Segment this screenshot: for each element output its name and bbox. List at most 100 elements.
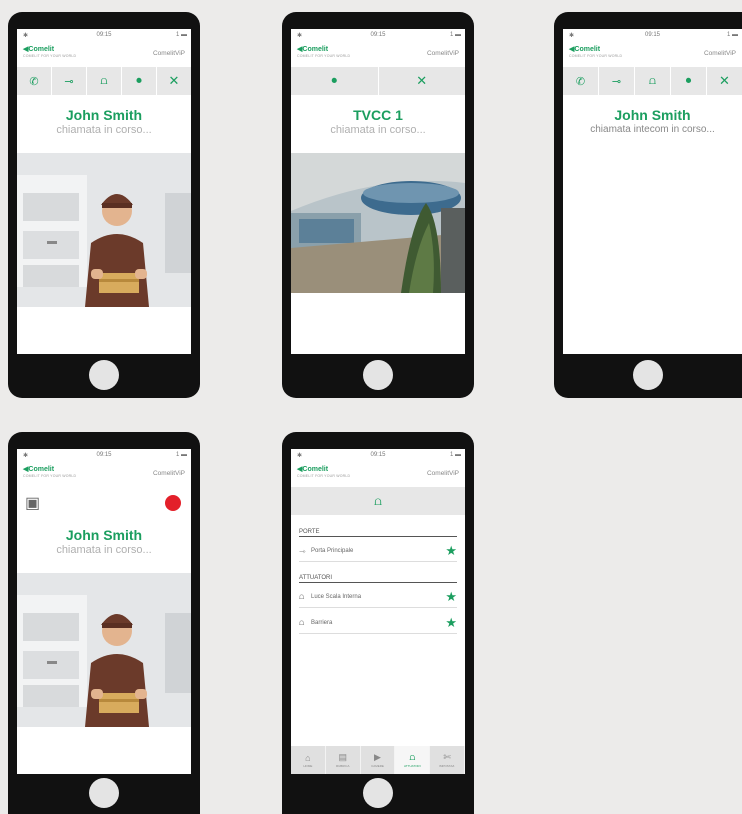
call-status: chiamata in corso... [56, 544, 152, 556]
phone-intercom-screen: ✱ 09:15 1 ▬ ◀Comelit COMELIT FOR YOUR WO… [554, 12, 742, 398]
screen: ✱ 09:15 1 ▬ ◀Comelit COMELIT FOR YOUR WO… [17, 29, 191, 354]
comelit-logo: ◀Comelit [23, 46, 55, 53]
tab-attuatori[interactable]: ⩍ ATTUATORI [395, 746, 431, 774]
home-button[interactable] [363, 360, 393, 390]
call-toolbar: ✆ ⊸ ⩍ ⏺ ✕ [563, 67, 742, 95]
settings-tools-icon: ✄ [443, 752, 451, 762]
screen: ✱ 09:15 1 ▬ ◀Comelit COMELIT FOR YOUR WO… [563, 29, 742, 354]
delivery-man-image [17, 153, 191, 307]
battery-icon: 1 ▬ [175, 452, 187, 458]
caller-name: John Smith [65, 527, 143, 543]
item-label: Porta Principale [311, 548, 354, 554]
comelit-logo: ◀Comelit [297, 466, 329, 473]
answer-phone-icon[interactable]: ✆ [563, 67, 599, 95]
caller-info: John Smith chiamata in corso... [17, 527, 191, 556]
snapshot-camera-icon[interactable]: ▣ [25, 493, 40, 513]
clock: 09:15 [370, 452, 386, 458]
clock: 09:15 [644, 32, 660, 38]
caller-info: John Smith chiamata in corso... [17, 107, 191, 136]
tab-label: RUBRICA [335, 764, 350, 768]
list-item[interactable]: ⩍ Barriera ★ [299, 613, 457, 634]
cctv-icon[interactable]: ⏺ [291, 67, 379, 95]
call-status: chiamata intecom in corso... [590, 124, 715, 135]
delivery-man-image [17, 573, 191, 727]
tab-label: IMPOSTAZ. [439, 764, 456, 768]
status-bar: ✱ 09:15 1 ▬ [563, 29, 742, 42]
list-item[interactable]: ⇾ Porta Principale ★ [299, 541, 457, 562]
home-button[interactable] [89, 360, 119, 390]
actuator-icon: ⩍ [299, 592, 305, 601]
video-feed [291, 153, 465, 293]
phone-actuators-screen: ✱ 09:15 1 ▬ ◀Comelit COMELIT FOR YOUR WO… [282, 432, 474, 814]
comelit-logo: ◀Comelit [297, 46, 329, 53]
clock: 09:15 [96, 32, 112, 38]
actuator-icon: ⩍ [374, 493, 382, 508]
address-book-icon: ▤ [338, 752, 347, 762]
actuator-icon: ⩍ [409, 752, 416, 762]
caller-info: John Smith chiamata intecom in corso... [563, 107, 742, 135]
home-button[interactable] [89, 778, 119, 808]
tab-home[interactable]: ⌂ HOME [291, 746, 326, 774]
cctv-icon[interactable]: ⏺ [122, 67, 157, 95]
list-item[interactable]: ⩍ Luce Scala Interna ★ [299, 587, 457, 608]
close-icon[interactable]: ✕ [157, 67, 191, 95]
tab-camere[interactable]: ▶ CAMERE [361, 746, 396, 774]
battery-icon: 1 ▬ [175, 32, 187, 38]
logo-tagline: COMELIT FOR YOUR WORLD [297, 474, 351, 478]
tab-label: CAMERE [371, 764, 384, 768]
status-bar: ✱ 09:15 1 ▬ [291, 449, 465, 462]
cctv-icon[interactable]: ⏺ [671, 67, 707, 95]
phone-cctv-screen: ✱ 09:15 1 ▬ ◀Comelit COMELIT FOR YOUR WO… [282, 12, 474, 398]
phone-recording-screen: ✱ 09:15 1 ▬ ◀Comelit COMELIT FOR YOUR WO… [8, 432, 200, 814]
tab-rubrica[interactable]: ▤ RUBRICA [326, 746, 361, 774]
answer-phone-icon[interactable]: ✆ [17, 67, 52, 95]
caller-name: TVCC 1 [353, 107, 403, 123]
close-icon[interactable]: ✕ [379, 67, 466, 95]
status-bar: ✱ 09:15 1 ▬ [17, 29, 191, 42]
section-attuatori: ATTUATORI [299, 575, 457, 583]
logo-tagline: COMELIT FOR YOUR WORLD [297, 54, 351, 58]
camera-icon: ▶ [374, 752, 381, 762]
bottom-tab-bar: ⌂ HOME ▤ RUBRICA ▶ CAMERE ⩍ ATTUATORI ✄ … [291, 746, 465, 774]
app-header: ◀Comelit COMELIT FOR YOUR WORLD ComelitV… [17, 43, 191, 65]
logo-tagline: COMELIT FOR YOUR WORLD [23, 54, 77, 58]
video-feed [17, 573, 191, 727]
favorite-star-icon[interactable]: ★ [445, 615, 457, 631]
battery-icon: 1 ▬ [726, 32, 738, 38]
close-icon[interactable]: ✕ [707, 67, 742, 95]
app-name: ComelitViP [426, 50, 459, 57]
call-status: chiamata in corso... [56, 124, 152, 136]
phone-call-screen: ✱ 09:15 1 ▬ ◀Comelit COMELIT FOR YOUR WO… [8, 12, 200, 398]
video-feed [17, 153, 191, 307]
actuator-icon[interactable]: ⩍ [635, 67, 671, 95]
screen: ✱ 09:15 1 ▬ ◀Comelit COMELIT FOR YOUR WO… [291, 29, 465, 354]
item-label: Luce Scala Interna [311, 594, 362, 600]
door-key-icon[interactable]: ⊸ [599, 67, 635, 95]
home-button[interactable] [363, 778, 393, 808]
app-name: ComelitViP [152, 50, 185, 57]
section-header-bar: ⩍ [291, 487, 465, 515]
call-toolbar: ⏺ ✕ [291, 67, 465, 95]
tab-impostazioni[interactable]: ✄ IMPOSTAZ. [430, 746, 465, 774]
call-toolbar: ✆ ⊸ ⩍ ⏺ ✕ [17, 67, 191, 95]
clock: 09:15 [96, 452, 112, 458]
cctv-image [291, 153, 465, 293]
screen: ✱ 09:15 1 ▬ ◀Comelit COMELIT FOR YOUR WO… [291, 449, 465, 774]
app-header: ◀Comelit COMELIT FOR YOUR WORLD ComelitV… [17, 463, 191, 485]
record-icon[interactable] [165, 495, 181, 511]
app-name: ComelitViP [152, 470, 185, 477]
home-button[interactable] [633, 360, 663, 390]
app-header: ◀Comelit COMELIT FOR YOUR WORLD ComelitV… [291, 43, 465, 65]
tab-label: ATTUATORI [404, 764, 421, 768]
section-porte: PORTE [299, 529, 457, 537]
favorite-star-icon[interactable]: ★ [445, 543, 457, 559]
door-key-icon[interactable]: ⊸ [52, 67, 87, 95]
tab-label: HOME [303, 763, 313, 768]
status-bar: ✱ 09:15 1 ▬ [291, 29, 465, 42]
status-bar: ✱ 09:15 1 ▬ [17, 449, 191, 462]
favorite-star-icon[interactable]: ★ [445, 589, 457, 605]
screen: ✱ 09:15 1 ▬ ◀Comelit COMELIT FOR YOUR WO… [17, 449, 191, 774]
actuator-icon[interactable]: ⩍ [87, 67, 122, 95]
app-header: ◀Comelit COMELIT FOR YOUR WORLD ComelitV… [563, 43, 742, 65]
item-label: Barriera [311, 620, 333, 626]
